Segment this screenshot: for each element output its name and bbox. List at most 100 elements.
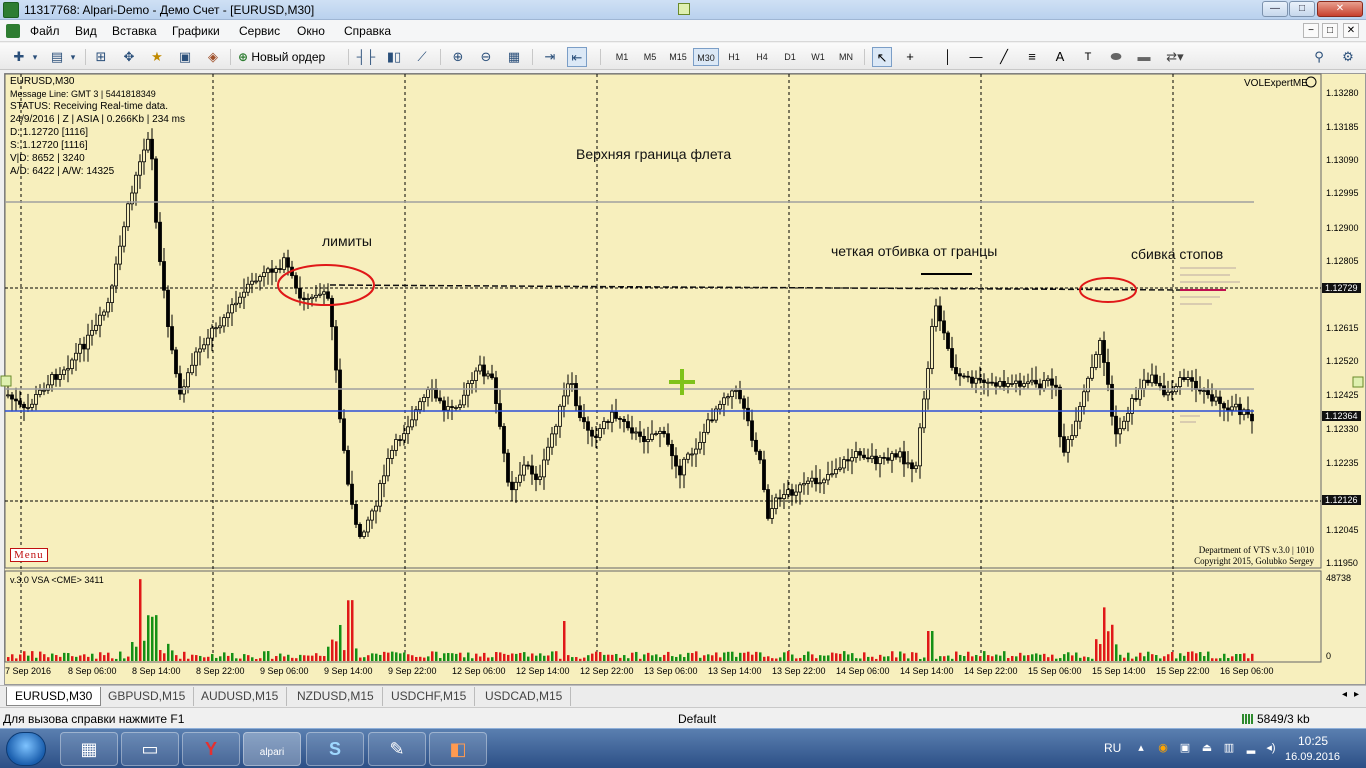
- vsa-min-tick: 0: [1326, 651, 1332, 661]
- clock-time[interactable]: 10:25: [1298, 734, 1328, 748]
- alpari-task-button[interactable]: alpari: [243, 732, 301, 766]
- time-tick: 12 Sep 22:00: [580, 666, 634, 676]
- candle-body: [614, 411, 618, 419]
- volume-bar: [699, 657, 702, 661]
- tab-usdcad-m15[interactable]: USDCAD,M15: [477, 687, 572, 706]
- candle-body: [850, 457, 854, 462]
- left-scroll-marker-icon[interactable]: [0, 375, 12, 387]
- volume-bar: [863, 652, 866, 661]
- volume-bar: [395, 652, 398, 661]
- annotation-limits[interactable]: лимиты: [322, 233, 372, 249]
- volume-bar: [207, 656, 210, 661]
- volume-bar: [1239, 654, 1242, 661]
- volume-bar: [767, 656, 770, 661]
- candle-body: [1210, 394, 1214, 402]
- candle-body: [930, 326, 934, 369]
- calculator-icon[interactable]: ▦: [60, 732, 118, 766]
- volume-bar: [555, 651, 558, 661]
- candle-body: [602, 421, 606, 429]
- candle-body: [790, 489, 794, 496]
- volume-bar: [455, 653, 458, 661]
- volume-bar: [895, 657, 898, 661]
- candle-body: [518, 474, 522, 483]
- candle-body: [538, 476, 542, 480]
- notepad-icon[interactable]: ✎: [368, 732, 426, 766]
- volume-bar: [827, 655, 830, 661]
- candle-body: [1102, 340, 1106, 363]
- annotation-stops[interactable]: сбивка стопов: [1131, 246, 1223, 262]
- tray-chevron-icon[interactable]: ▴: [1134, 741, 1148, 755]
- candle-body: [1166, 391, 1170, 396]
- candle-body: [882, 456, 886, 459]
- volume-bar: [311, 655, 314, 661]
- volume-bar: [235, 658, 238, 661]
- price-marker-current: 1.12364: [1322, 411, 1361, 421]
- language-indicator[interactable]: RU: [1104, 741, 1121, 755]
- candle-body: [158, 221, 162, 262]
- annotation-upper-flat[interactable]: Верхняя граница флета: [576, 146, 731, 162]
- volume-bar: [1223, 653, 1226, 661]
- tray-volume-icon[interactable]: ◂): [1264, 741, 1278, 755]
- volume-bar: [95, 658, 98, 661]
- price-tick: 1.12520: [1326, 356, 1359, 366]
- candle-body: [770, 508, 774, 519]
- tray-signal-icon[interactable]: ▂: [1244, 741, 1258, 755]
- candle-body: [330, 297, 334, 328]
- volume-bar: [791, 654, 794, 661]
- tab-audusd-m15[interactable]: AUDUSD,M15: [193, 687, 288, 706]
- candle-body: [242, 291, 246, 298]
- explorer-icon[interactable]: ▭: [121, 732, 179, 766]
- tab-eurusd-m30[interactable]: EURUSD,M30: [6, 687, 102, 706]
- candle-body: [778, 497, 782, 500]
- start-button[interactable]: [6, 732, 46, 766]
- volume-bar: [1091, 658, 1094, 661]
- candle-body: [354, 504, 358, 525]
- tray-app-icon[interactable]: ◉: [1156, 741, 1170, 755]
- volume-bar: [151, 616, 154, 661]
- candle-body: [510, 481, 514, 491]
- vsa-max-tick: 48738: [1326, 573, 1352, 583]
- candle-body: [866, 457, 870, 460]
- candle-body: [1042, 380, 1046, 390]
- volume-bar: [507, 654, 510, 661]
- clock-date[interactable]: 16.09.2016: [1285, 751, 1340, 763]
- candle-body: [314, 294, 318, 298]
- skype-icon[interactable]: S: [306, 732, 364, 766]
- candle-body: [898, 451, 902, 458]
- right-scroll-marker-icon[interactable]: [1352, 376, 1364, 388]
- volume-bar: [439, 658, 442, 661]
- price-tick: 1.11950: [1326, 558, 1358, 568]
- volume-bar: [1203, 656, 1206, 661]
- volume-bar: [59, 656, 62, 661]
- candle-body: [358, 524, 362, 537]
- candle-body: [530, 465, 534, 475]
- candle-body: [1014, 380, 1018, 384]
- volume-bar: [1095, 639, 1098, 661]
- yandex-icon[interactable]: Y: [182, 732, 240, 766]
- tray-network-icon[interactable]: ▥: [1222, 741, 1236, 755]
- tray-monitor-icon[interactable]: ▣: [1178, 741, 1192, 755]
- candle-body: [542, 459, 546, 478]
- tab-scroll-right-icon[interactable]: ▸: [1354, 689, 1359, 700]
- candle-body: [658, 430, 662, 434]
- tab-usdchf-m15[interactable]: USDCHF,M15: [383, 687, 476, 706]
- move-cross-icon[interactable]: [669, 369, 695, 395]
- candle-body: [786, 489, 790, 495]
- tray-usb-icon[interactable]: ⏏: [1200, 741, 1214, 755]
- expert-menu-button[interactable]: Menu: [10, 548, 48, 562]
- candle-body: [342, 418, 346, 451]
- volume-bar: [1059, 658, 1062, 661]
- volume-bar: [483, 652, 486, 661]
- candle-body: [710, 419, 714, 422]
- volume-bar: [915, 652, 918, 661]
- volume-bar: [939, 656, 942, 661]
- paint-icon[interactable]: ◧: [429, 732, 487, 766]
- candle-body: [1090, 367, 1094, 379]
- tab-gbpusd-m15[interactable]: GBPUSD,M15: [100, 687, 195, 706]
- annotation-bounce[interactable]: четкая отбивка от гранцы: [831, 243, 997, 259]
- volume-bar: [1063, 654, 1066, 661]
- volume-bar: [267, 651, 270, 661]
- tab-scroll-left-icon[interactable]: ◂: [1342, 689, 1347, 700]
- tab-nzdusd-m15[interactable]: NZDUSD,M15: [289, 687, 383, 706]
- volume-bar: [911, 652, 914, 661]
